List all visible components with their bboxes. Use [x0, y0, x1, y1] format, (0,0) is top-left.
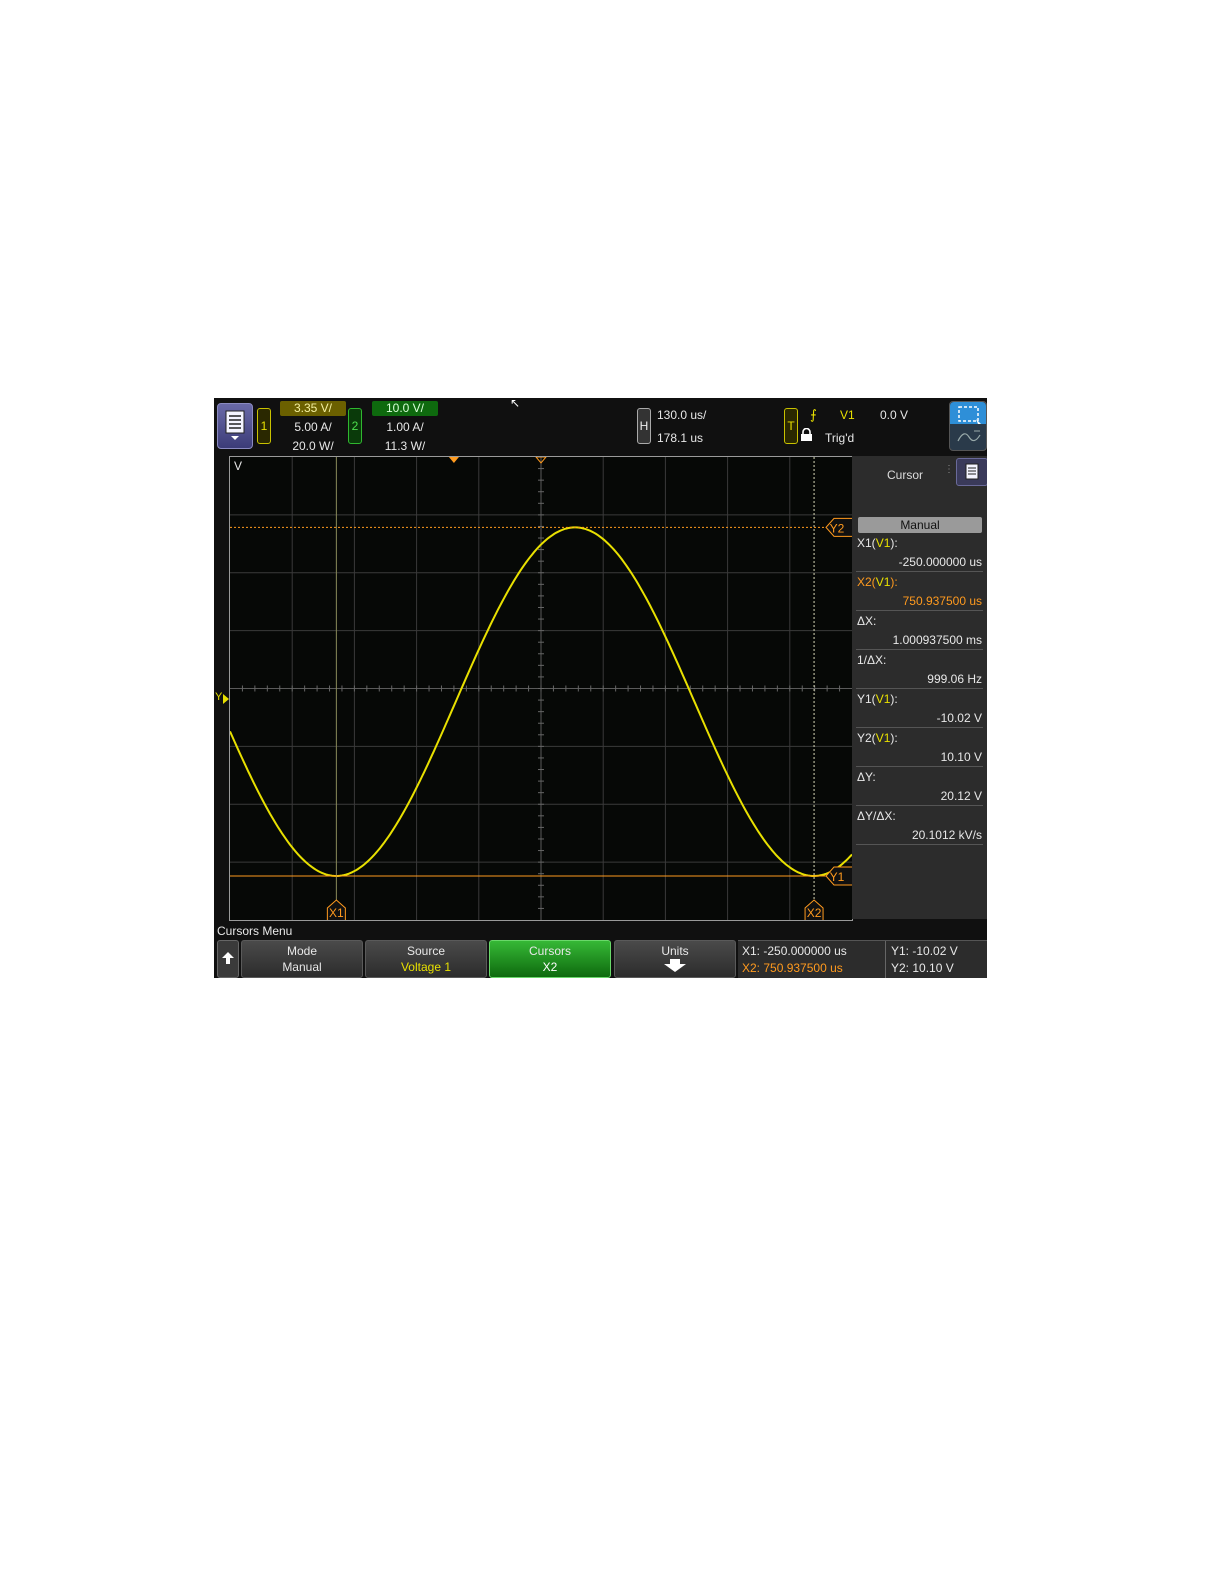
x1-cursor-label: X1: [329, 906, 344, 920]
up-arrow-icon: [222, 952, 234, 964]
measure-label-text: ΔY/ΔX:: [857, 809, 896, 823]
cursor-measure-value: 999.06 Hz: [927, 672, 982, 686]
readout-y1: Y1: -10.02 V: [891, 944, 958, 958]
measure-source-text: V1: [875, 692, 891, 706]
measure-label-suffix: ):: [890, 575, 898, 589]
cursor-mode-indicator[interactable]: Manual: [858, 517, 982, 533]
measure-label-text: Y1(: [857, 692, 876, 706]
menu-icon: [225, 410, 245, 440]
cursor-measure-label: X1(V1):: [857, 536, 982, 550]
measure-label-text: X2(: [857, 575, 876, 589]
cursor-measure-label: ΔY:: [857, 770, 982, 784]
touch-zone-button[interactable]: [949, 401, 987, 451]
trigger-status: Trig'd: [825, 431, 855, 445]
cursor-measure-value: -250.000000 us: [898, 555, 982, 569]
menu-title: Cursors Menu: [217, 924, 293, 938]
measure-source-text: V1: [875, 731, 891, 745]
readout-y2: Y2: 10.10 V: [891, 961, 954, 975]
cursor-measure-value: -10.02 V: [936, 711, 982, 725]
measure-label-text: ΔY:: [857, 770, 876, 784]
row-divider: [856, 766, 983, 767]
list-icon: [965, 463, 979, 480]
side-panel-title: Cursor: [860, 464, 950, 486]
channel-1-voltage-scale[interactable]: 3.35 V/: [280, 401, 346, 416]
cursor-measure-value: 10.10 V: [940, 750, 982, 764]
x2-cursor-label: X2: [807, 906, 822, 920]
channel-2-power-scale: 11.3 W/: [384, 439, 426, 453]
horizontal-delay: 178.1 us: [657, 431, 704, 445]
cursor-measure-value: 20.12 V: [940, 789, 982, 803]
ground-arrow-icon: [223, 694, 229, 704]
trigger-level: 0.0 V: [880, 408, 909, 422]
vertical-unit-label: V: [234, 459, 243, 473]
row-divider: [856, 688, 983, 689]
ground-reference-marker[interactable]: Y: [215, 691, 222, 703]
source-softkey-label: Source: [406, 944, 446, 958]
oscilloscope-screen: 1 3.35 V/ 5.00 A/ 20.0 W/ 2 10.0 V/ 1.00…: [214, 398, 987, 978]
cursor-measure-label: Y2(V1):: [857, 731, 982, 745]
lock-icon: [800, 427, 813, 445]
trigger-badge[interactable]: T: [784, 408, 798, 444]
y2-cursor-label: Y2: [830, 521, 845, 535]
cursor-measure-label: X2(V1):: [857, 575, 982, 589]
cursor-measure-value: 750.937500 us: [902, 594, 982, 608]
horizontal-timebase: 130.0 us/: [657, 408, 707, 422]
main-menu-button[interactable]: [217, 403, 253, 449]
drag-handle-icon[interactable]: ⋮: [944, 464, 954, 475]
pointer-cursor-icon: ↖: [510, 398, 521, 410]
measure-label-suffix: ):: [890, 692, 898, 706]
row-divider: [856, 571, 983, 572]
measure-label-suffix: ):: [890, 536, 898, 550]
channel-2-current-scale: 1.00 A/: [386, 420, 424, 434]
cursor-side-panel: ⋮⋮ Cursor ⋮ Manual X1(V1):-250.000000 us…: [852, 456, 987, 919]
channel-1-power-scale: 20.0 W/: [292, 439, 334, 453]
measure-label-text: X1(: [857, 536, 876, 550]
channel-2-voltage-scale[interactable]: 10.0 V/: [372, 401, 438, 416]
row-divider: [856, 727, 983, 728]
waveform-display[interactable]: X1 X2 Y2 Y1 V: [229, 456, 853, 921]
source-softkey-value: Voltage 1: [400, 960, 452, 974]
row-divider: [856, 805, 983, 806]
units-softkey[interactable]: Units: [614, 940, 736, 978]
row-divider: [856, 649, 983, 650]
cursor-measure-value: 20.1012 kV/s: [911, 828, 982, 842]
cursors-softkey-label: Cursors: [528, 944, 571, 958]
row-divider: [856, 844, 983, 845]
units-softkey-label: Units: [661, 944, 689, 958]
trigger-position-marker: [448, 457, 459, 463]
cursor-measure-label: 1/ΔX:: [857, 653, 982, 667]
readout-x1: X1: -250.000000 us: [742, 944, 847, 958]
cursor-readout: X1: -250.000000 us X2: 750.937500 us Y1:…: [738, 940, 987, 978]
horizontal-badge[interactable]: H: [637, 408, 651, 444]
y1-cursor-label: Y1: [830, 870, 845, 884]
channel-2-badge[interactable]: 2: [348, 408, 362, 444]
readout-x2: X2: 750.937500 us: [742, 961, 843, 975]
mode-softkey[interactable]: Mode Manual: [241, 940, 363, 978]
zoom-box-icon: [957, 406, 981, 442]
cursor-measure-value: 1.000937500 ms: [892, 633, 982, 647]
cursor-measure-label: ΔY/ΔX:: [857, 809, 982, 823]
measure-label-text: ΔX:: [857, 614, 877, 628]
mode-softkey-label: Mode: [286, 944, 318, 958]
side-panel-menu-button[interactable]: [956, 458, 987, 486]
trigger-source: V1: [840, 408, 855, 422]
cursors-softkey-value: X2: [542, 960, 558, 974]
measure-label-text: Y2(: [857, 731, 876, 745]
row-divider: [856, 610, 983, 611]
rising-edge-icon: ⨍: [810, 407, 817, 422]
cursor-measure-label: Y1(V1):: [857, 692, 982, 706]
channel-1-badge[interactable]: 1: [257, 408, 271, 444]
measure-label-text: 1/ΔX:: [857, 653, 887, 667]
channel-1-current-scale: 5.00 A/: [294, 420, 332, 434]
measure-label-suffix: ):: [890, 731, 898, 745]
submenu-arrow-icon: [664, 959, 686, 972]
cursors-softkey[interactable]: Cursors X2: [489, 940, 611, 978]
back-button[interactable]: [217, 940, 239, 978]
cursor-measure-label: ΔX:: [857, 614, 982, 628]
mode-softkey-value: Manual: [282, 960, 322, 974]
source-softkey[interactable]: Source Voltage 1: [365, 940, 487, 978]
measure-source-text: V1: [875, 575, 891, 589]
measure-source-text: V1: [875, 536, 891, 550]
waveform-graticule: X1 X2 Y2 Y1: [229, 456, 853, 920]
